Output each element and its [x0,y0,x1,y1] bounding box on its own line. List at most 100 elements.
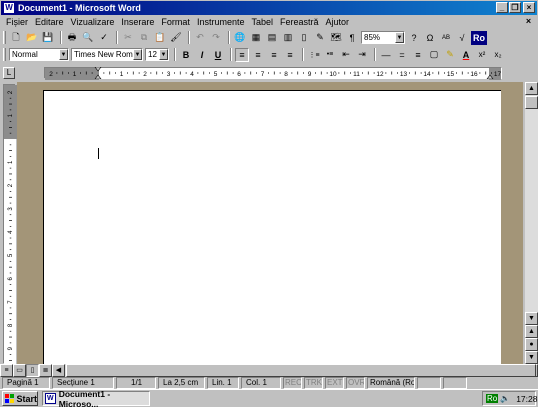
tables-borders-icon[interactable]: ▦ [249,31,263,45]
print-preview-icon[interactable]: 🔍 [81,31,95,45]
copy-icon[interactable]: ⧉ [137,31,151,45]
paste-icon[interactable]: 📋 [153,31,167,45]
clock[interactable]: 17:28 [516,394,537,404]
next-page-button[interactable]: ▼ [525,351,538,364]
first-line-indent-marker[interactable] [94,67,102,72]
hanging-indent-marker[interactable] [94,74,102,79]
increase-indent-icon[interactable]: ⇥ [355,48,369,62]
menu-table[interactable]: Tabel [251,17,273,27]
ruler-label: 11 [353,71,360,78]
spelling-icon[interactable]: ✓ [97,31,111,45]
ruler-label: 9 [308,71,312,78]
language-indicator[interactable]: Ro [486,394,499,403]
chevron-down-icon[interactable]: ▼ [395,32,404,43]
superscript-ab-icon[interactable]: AB [439,31,453,45]
print-icon[interactable]: 🖶 [65,31,79,45]
chevron-down-icon[interactable]: ▼ [159,49,168,60]
highlight-icon[interactable]: ✎ [443,48,457,62]
font-size-combo[interactable]: 12 ▼ [145,48,169,61]
document-page[interactable] [43,90,501,364]
superscript-icon[interactable]: x² [475,48,489,62]
word-app-icon[interactable]: W [3,2,15,14]
tab-selector[interactable]: L [3,67,15,79]
drawing-icon[interactable]: ✎ [313,31,327,45]
scroll-up-button[interactable]: ▲ [525,82,538,95]
open-folder-icon[interactable]: 📂 [25,31,39,45]
document-map-icon[interactable]: 🗺 [329,31,343,45]
insert-table-icon[interactable]: ▤ [265,31,279,45]
title-bar[interactable]: W Document1 - Microsoft Word _ ❐ × [1,1,537,15]
show-formatting-icon[interactable]: ¶ [345,31,359,45]
menu-file[interactable]: Fișier [6,17,28,27]
document-close-button[interactable]: × [523,16,534,27]
justify-icon[interactable]: ≡ [283,48,297,62]
sqrt-icon[interactable]: √ [455,31,469,45]
format-painter-icon[interactable]: 🖌 [169,31,183,45]
bullets-icon[interactable]: •≡ [323,48,337,62]
line-style-1-icon[interactable]: — [379,48,393,62]
menu-window[interactable]: Fereastră [280,17,319,27]
numbering-icon[interactable]: ⋮≡ [307,48,321,62]
align-left-icon[interactable]: ≡ [235,47,249,62]
align-right-icon[interactable]: ≡ [267,48,281,62]
scroll-down-button[interactable]: ▼ [525,312,538,325]
ruler-label: 15 [447,71,455,78]
save-icon[interactable]: 💾 [41,31,55,45]
formatting-toolbar: Normal ▼ Times New Roman ▼ 12 ▼ B I U ≡ … [0,46,538,63]
toolbar-grip[interactable] [3,31,6,44]
ruler-label: 1 [120,71,124,78]
italic-button[interactable]: I [195,48,209,62]
status-ext[interactable]: EXT [325,376,344,389]
hyperlink-icon[interactable]: 🌐 [233,31,247,45]
scroll-thumb[interactable] [525,96,538,109]
subscript-icon[interactable]: x₂ [491,48,505,62]
insert-excel-icon[interactable]: ▥ [281,31,295,45]
cut-icon[interactable]: ✂ [121,31,135,45]
toolbar-grip[interactable] [3,48,6,61]
close-button[interactable]: × [523,2,535,13]
start-button[interactable]: Start [2,391,38,406]
right-indent-marker[interactable] [486,74,494,79]
menu-tools[interactable]: Instrumente [197,17,245,27]
vertical-scrollbar[interactable]: ▲ ▼ ▲ ● ▼ [525,82,538,364]
style-combo[interactable]: Normal ▼ [9,48,69,61]
menu-format[interactable]: Format [161,17,190,27]
ro-icon[interactable]: Ro [471,30,487,45]
menu-insert[interactable]: Inserare [121,17,154,27]
redo-icon[interactable]: ↷ [209,31,223,45]
status-rec[interactable]: REC [283,376,302,389]
border-icon[interactable]: ▢ [427,48,441,62]
line-style-2-icon[interactable]: = [395,48,409,62]
bold-button[interactable]: B [179,48,193,62]
status-language[interactable]: Română (Ro [367,376,415,389]
chevron-down-icon[interactable]: ▼ [133,49,142,60]
taskbar-word-button[interactable]: W Document1 - Microso... [42,389,150,407]
vertical-ruler-label: 9 [8,346,14,350]
status-trk[interactable]: TRK [304,376,323,389]
status-ovr[interactable]: OVR [346,376,365,389]
help-icon[interactable]: ? [407,31,421,45]
select-browse-object-button[interactable]: ● [525,338,538,351]
undo-icon[interactable]: ↶ [193,31,207,45]
font-combo[interactable]: Times New Roman ▼ [71,48,143,61]
underline-button[interactable]: U [211,48,225,62]
font-color-icon[interactable]: A [459,48,473,62]
maximize-button[interactable]: ❐ [509,2,521,13]
omega-icon[interactable]: Ω [423,31,437,45]
vertical-ruler[interactable]: 2 1 1 2 3 4 5 6 7 8 9 [3,84,17,364]
horizontal-ruler[interactable]: L 21123456789101112131415161718 [0,64,538,82]
zoom-combo[interactable]: 85% ▼ [361,31,405,44]
line-style-3-icon[interactable]: ≡ [411,48,425,62]
status-spelling[interactable] [417,376,441,389]
new-document-icon[interactable]: 🗋 [9,31,23,45]
chevron-down-icon[interactable]: ▼ [59,49,68,60]
menu-help[interactable]: Ajutor [326,17,350,27]
speaker-icon[interactable]: 🔈 [500,394,510,403]
align-center-icon[interactable]: ≡ [251,48,265,62]
menu-view[interactable]: Vizualizare [71,17,115,27]
previous-page-button[interactable]: ▲ [525,325,538,338]
columns-icon[interactable]: ▯ [297,31,311,45]
decrease-indent-icon[interactable]: ⇤ [339,48,353,62]
menu-edit[interactable]: Editare [35,17,64,27]
minimize-button[interactable]: _ [496,2,508,13]
